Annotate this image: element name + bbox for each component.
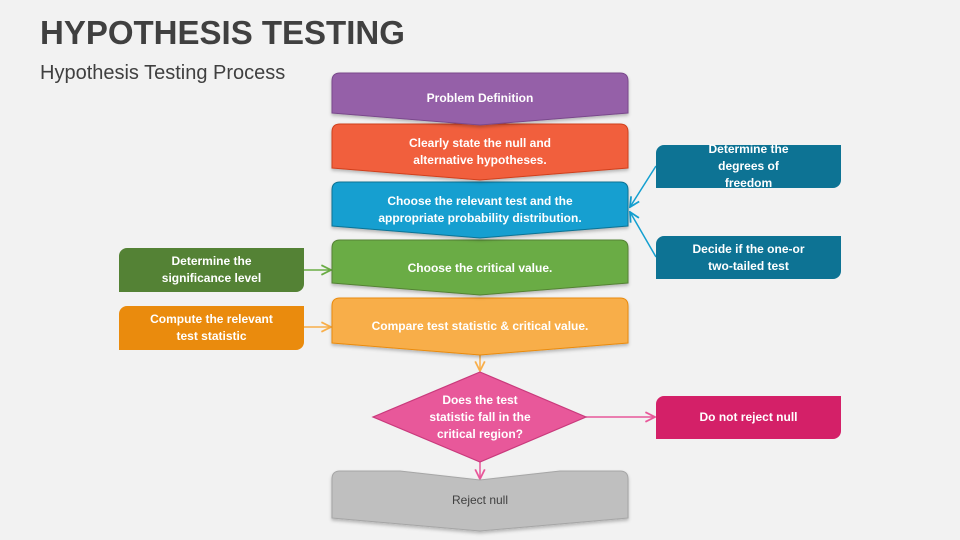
step-label: Problem Definition <box>426 90 534 105</box>
reject-label: Reject null <box>451 492 509 507</box>
step-compare: Compare test statistic & critical value. <box>332 301 628 351</box>
note-significance-level: Determine the significance level <box>119 248 304 292</box>
note-label: Determine the degrees of freedom <box>708 142 789 190</box>
step-label: Clearly state the null and alternative h… <box>408 136 552 167</box>
arrow-degrees-of-freedom <box>630 165 657 207</box>
step-label: Choose the critical value. <box>407 260 553 275</box>
step-choose-test: Choose the relevant test and the appropr… <box>332 185 628 235</box>
outcome-do-not-reject-null: Do not reject null <box>656 396 841 439</box>
decision-critical-region: Does the test statistic fall in the crit… <box>420 390 540 444</box>
note-one-or-two-tailed: Decide if the one-or two-tailed test <box>656 236 841 279</box>
step-label: Compare test statistic & critical value. <box>371 318 589 333</box>
note-label: Decide if the one-or two-tailed test <box>692 241 805 273</box>
step-label: Choose the relevant test and the appropr… <box>378 194 582 225</box>
step-choose-critical-value: Choose the critical value. <box>332 243 628 293</box>
note-label: Compute the relevant test statistic <box>150 312 273 343</box>
note-degrees-of-freedom: Determine the degrees of freedom <box>656 142 841 190</box>
step-state-hypotheses: Clearly state the null and alternative h… <box>332 127 628 177</box>
decision-label: Does the test statistic fall in the crit… <box>429 392 531 441</box>
outcome-label: Do not reject null <box>699 410 798 424</box>
note-label: Determine the significance level <box>161 254 262 285</box>
step-reject-null: Reject null <box>332 482 628 518</box>
note-test-statistic: Compute the relevant test statistic <box>119 306 304 350</box>
arrow-one-or-two-tailed <box>630 212 657 258</box>
step-problem-definition: Problem Definition <box>332 76 628 120</box>
